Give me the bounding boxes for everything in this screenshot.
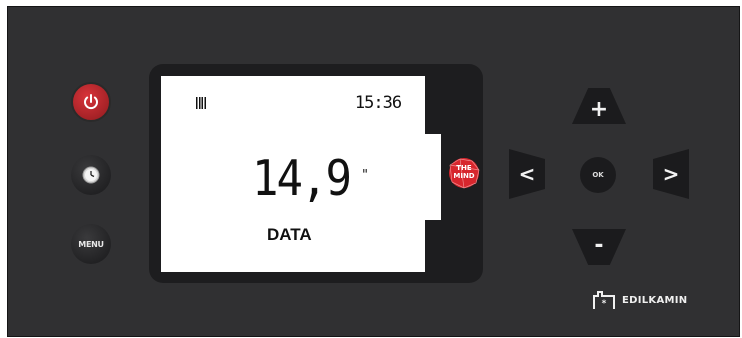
mind-line-1: THE bbox=[456, 164, 472, 172]
clock-icon bbox=[82, 166, 100, 184]
brand: * EDILKAMIN bbox=[592, 290, 687, 310]
brand-name: EDILKAMIN bbox=[622, 294, 688, 306]
display-time: 15:36 bbox=[354, 93, 402, 113]
menu-button[interactable]: MENU bbox=[71, 224, 111, 264]
edilkamin-logo-icon: * bbox=[593, 291, 615, 309]
ok-button[interactable]: OK bbox=[580, 157, 616, 193]
menu-label: MENU bbox=[78, 239, 104, 249]
bars-icon bbox=[196, 97, 207, 109]
display-value: 14,9 bbox=[252, 149, 352, 207]
display-value-suffix: " bbox=[362, 168, 368, 183]
the-mind-logo-text: THE MIND bbox=[446, 164, 482, 180]
power-icon bbox=[84, 94, 98, 110]
svg-text:*: * bbox=[602, 299, 607, 309]
mind-line-2: MIND bbox=[453, 172, 475, 180]
display-label: DATA bbox=[267, 225, 312, 244]
lcd-screen-extension bbox=[424, 134, 441, 220]
clock-button[interactable] bbox=[71, 155, 111, 195]
power-button[interactable] bbox=[71, 82, 111, 122]
